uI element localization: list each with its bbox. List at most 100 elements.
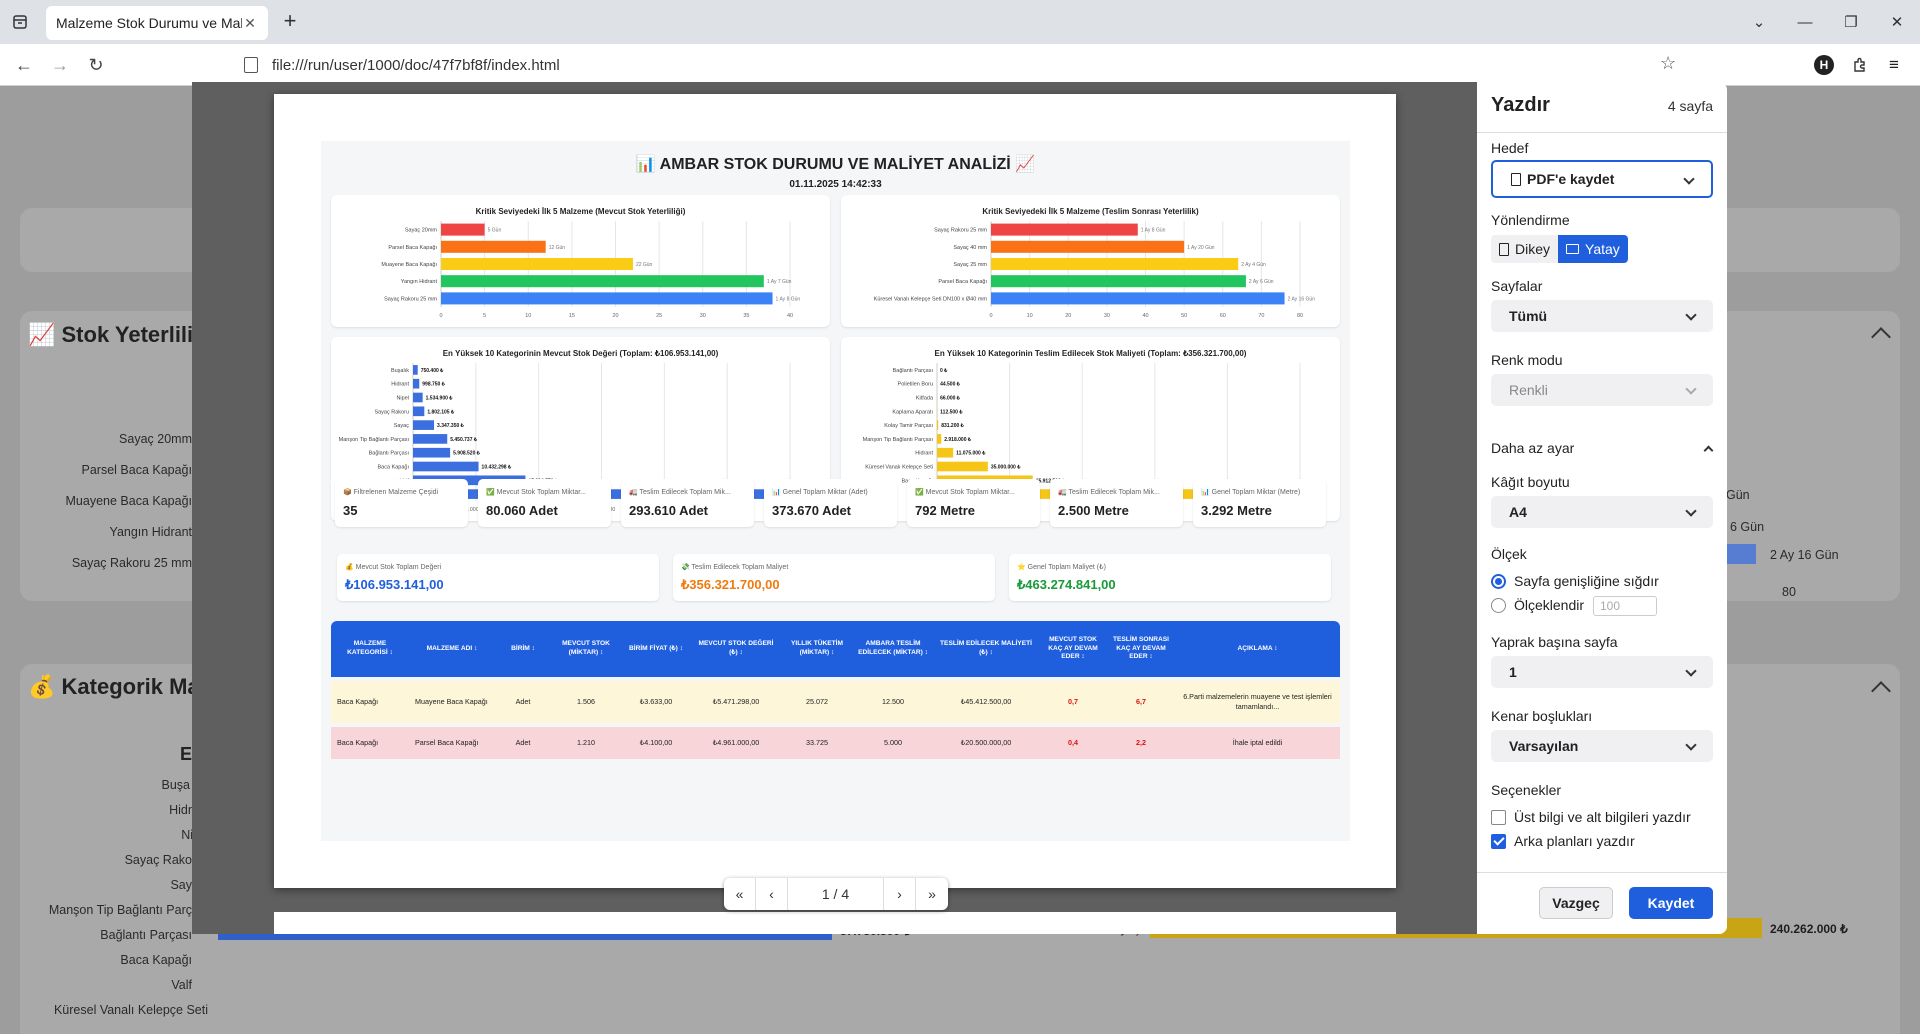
bar [991, 240, 1185, 253]
bg-right-bar [1726, 544, 1756, 564]
chart-card-2: Kritik Seviyedeki İlk 5 Malzeme (Teslim … [841, 195, 1340, 327]
restore-icon[interactable]: ❐ [1828, 13, 1874, 31]
chart-2-svg: 0 10 20 30 40 50 60 70 80 Sayaç Rakoru 25 mm 1 Ay … [874, 221, 1315, 319]
column-header[interactable]: TESLİM EDİLECEK MALİYETİ (₺) ↕ [933, 621, 1039, 677]
x-tick-label: 5 [483, 313, 486, 319]
new-tab-icon[interactable]: + [278, 10, 302, 34]
backgrounds-checkbox[interactable] [1491, 834, 1506, 849]
column-header[interactable]: YILLIK TÜKETİM (MİKTAR) ↕ [781, 621, 853, 677]
column-header[interactable]: MALZEME ADI ↕ [409, 621, 495, 677]
bar [937, 420, 939, 430]
column-header[interactable]: MEVCUT STOK (MİKTAR) ↕ [551, 621, 621, 677]
x-tick-label: 25 [656, 313, 662, 319]
bg-category-label: Sayaç Rako [124, 853, 192, 867]
column-header[interactable]: MEVCUT STOK DEĞERİ (₺) ↕ [691, 621, 781, 677]
column-header[interactable]: MALZEME KATEGORİSİ ↕ [331, 621, 409, 677]
print-preview-area[interactable]: 📊 AMBAR STOK DURUMU VE MALİYET ANALİZİ 📈… [192, 82, 1477, 934]
money-value: ₺106.953.141,00 [345, 577, 444, 592]
column-header[interactable]: BİRİM ↕ [495, 621, 551, 677]
money-card: 💸 Teslim Edilecek Toplam Maliyet ₺356.321… [673, 554, 995, 601]
bar [413, 434, 448, 444]
bg-axis-tick: 80 [1782, 585, 1796, 599]
paper-size-select[interactable]: A4 [1491, 496, 1713, 528]
money-label: ⭐ Genel Toplam Maliyet (₺) [1017, 564, 1106, 571]
portrait-button[interactable]: Dikey [1491, 235, 1559, 263]
pages-select[interactable]: Tümü [1491, 300, 1713, 332]
extension-h-icon[interactable]: H [1814, 55, 1834, 75]
column-header[interactable]: MEVCUT STOK KAÇ AY DEVAM EDER ↕ [1039, 621, 1107, 677]
page-indicator[interactable]: 1 / 4 [788, 878, 884, 910]
destination-select[interactable]: PDF'e kaydet [1491, 160, 1713, 198]
table-cell: ₺5.471.298,00 [712, 697, 760, 707]
pages-per-sheet-value: 1 [1509, 664, 1517, 680]
data-label: 1.802.105 ₺ [427, 409, 455, 415]
category-label: Küresel Vanalı Kelepçe Seti [865, 465, 933, 471]
orientation-label: Yönlendirme [1491, 212, 1570, 228]
column-header[interactable]: BİRİM FİYAT (₺) ↕ [621, 621, 691, 677]
cancel-button[interactable]: Vazgeç [1539, 887, 1613, 919]
chevron-up-icon[interactable] [1703, 445, 1714, 456]
column-header[interactable]: AÇIKLAMA ↕ [1175, 621, 1340, 677]
bookmark-star-icon[interactable]: ☆ [1660, 53, 1676, 74]
browser-tab[interactable]: Malzeme Stok Durumu ve Mal ✕ [46, 6, 268, 40]
address-bar[interactable]: file:///run/user/1000/doc/47f7bf8f/index… [232, 49, 1692, 81]
pages-per-sheet-label: Yaprak başına sayfa [1491, 634, 1618, 650]
table-cell: 1.210 [577, 738, 595, 748]
paper-size-value: A4 [1509, 504, 1527, 520]
data-label: 2 Ay 4 Gün [1241, 262, 1266, 268]
navigation-bar: ← → ↻ file:///run/user/1000/doc/47f7bf8f… [0, 44, 1920, 86]
first-page-icon[interactable]: « [724, 878, 756, 910]
pages-per-sheet-select[interactable]: 1 [1491, 656, 1713, 688]
tab-overflow-chevron-icon[interactable]: ⌄ [1736, 13, 1782, 31]
table-cell: Adet [515, 697, 531, 707]
back-icon[interactable]: ← [12, 53, 36, 77]
scale-input[interactable]: 100 [1593, 596, 1657, 616]
window-close-icon[interactable]: ✕ [1874, 13, 1920, 31]
prev-page-icon[interactable]: ‹ [756, 878, 788, 910]
data-label: 66.000 ₺ [940, 396, 961, 402]
scale-custom-radio[interactable] [1491, 598, 1506, 613]
bg-category-label: Hidr [169, 803, 192, 817]
paper-size-label: Kâğıt boyutu [1491, 474, 1570, 490]
bg-category-label: Valf [171, 978, 192, 992]
table-cell: Baca Kapağı [337, 738, 379, 748]
scale-fit-radio[interactable] [1491, 574, 1506, 589]
margins-select[interactable]: Varsayılan [1491, 730, 1713, 762]
x-tick-label: 40 [1142, 313, 1148, 319]
category-label: Bağlantı Parçası [369, 451, 409, 457]
menu-icon[interactable]: ≡ [1884, 55, 1904, 75]
page-info-icon[interactable] [244, 57, 258, 73]
save-button[interactable]: Kaydet [1629, 887, 1713, 919]
column-header[interactable]: AMBARA TESLİM EDİLECEK (MİKTAR) ↕ [853, 621, 933, 677]
fewer-settings-toggle[interactable]: Daha az ayar [1491, 440, 1574, 456]
x-tick-label: 80 [1297, 313, 1303, 319]
table-cell: ₺45.412.500,00 [960, 697, 1012, 707]
category-label: Hidrant [915, 451, 933, 457]
minimize-icon[interactable]: — [1782, 14, 1828, 31]
landscape-button[interactable]: Yatay [1558, 235, 1628, 263]
bg-category-label: Buşa [161, 778, 191, 792]
category-label: Sayaç Rakoru 25 mm [384, 296, 437, 302]
money-card: 💰 Mevcut Stok Toplam Değeri ₺106.953.141,… [337, 554, 659, 601]
x-tick-label: 0 [439, 313, 442, 319]
category-label: Polietilen Boru [898, 382, 933, 388]
bg-right-label-2: 6 Gün [1730, 520, 1765, 534]
bg-category-label: Yangın Hidrant [109, 525, 192, 539]
portrait-label: Dikey [1515, 241, 1551, 257]
bar [413, 420, 435, 430]
column-header[interactable]: TESLİM SONRASI KAÇ AY DEVAM EDER ↕ [1107, 621, 1175, 677]
headers-footers-checkbox[interactable] [1491, 810, 1506, 825]
landscape-label: Yatay [1585, 241, 1620, 257]
tab-close-icon[interactable]: ✕ [242, 15, 258, 31]
last-page-icon[interactable]: » [916, 878, 948, 910]
table-cell: ₺3.633,00 [639, 697, 673, 707]
money-card: ⭐ Genel Toplam Maliyet (₺) ₺463.274.841,0… [1009, 554, 1331, 601]
data-label: 2.918.000 ₺ [944, 437, 972, 443]
tab-list-icon[interactable] [8, 10, 32, 34]
forward-icon[interactable]: → [48, 53, 72, 77]
category-label: Sayaç 20mm [405, 228, 438, 234]
reload-icon[interactable]: ↻ [84, 53, 108, 77]
extensions-puzzle-icon[interactable] [1850, 55, 1870, 75]
preview-page-content: 📊 AMBAR STOK DURUMU VE MALİYET ANALİZİ 📈… [321, 141, 1350, 841]
next-page-icon[interactable]: › [884, 878, 916, 910]
